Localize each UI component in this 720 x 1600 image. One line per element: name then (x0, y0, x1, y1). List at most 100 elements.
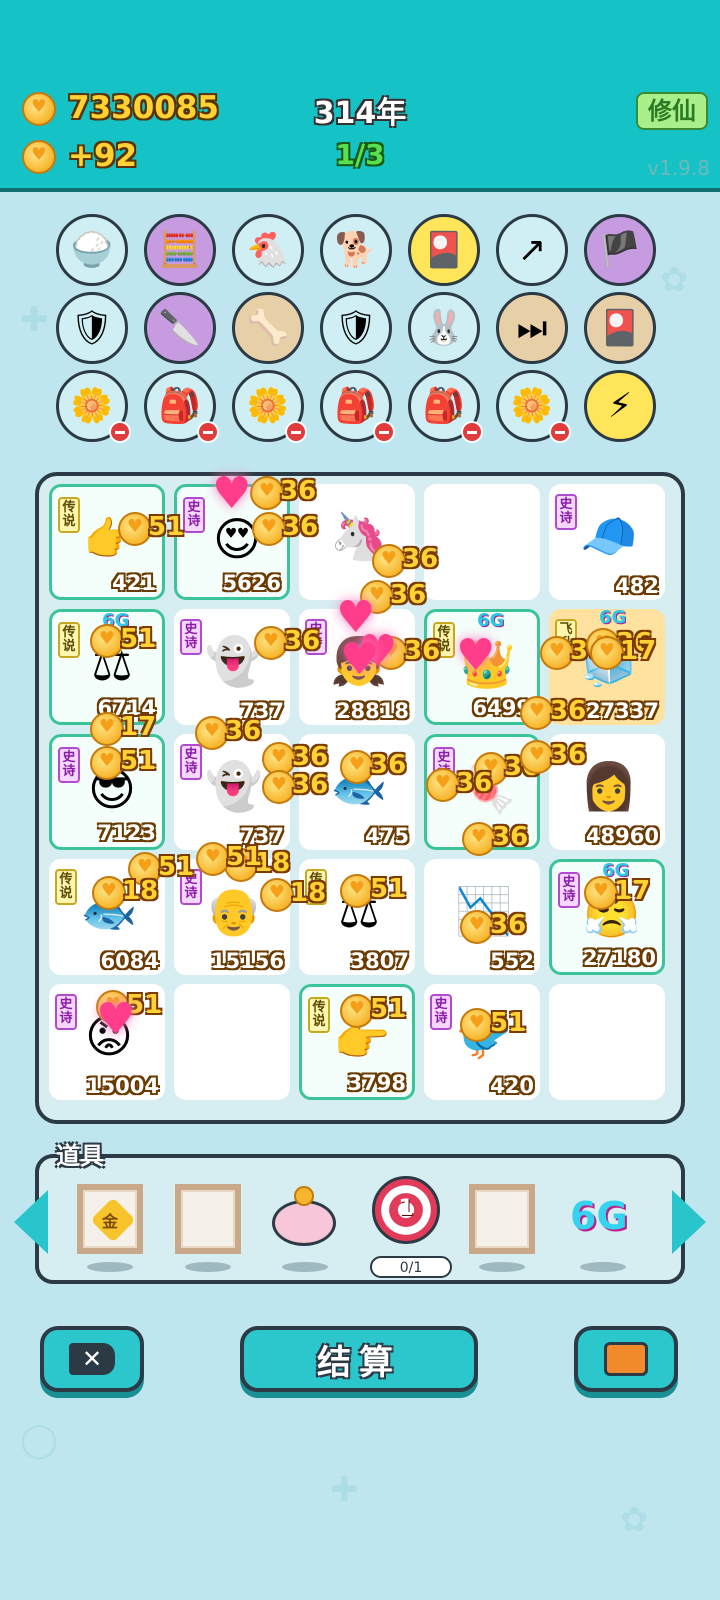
remove-relic-icon[interactable] (461, 421, 483, 443)
item-empty-frame[interactable] (175, 1184, 241, 1254)
reward-amount: 36 (280, 476, 317, 506)
card-pack-icon[interactable]: 🎴 (584, 292, 656, 364)
symbol-value: 28818 (335, 699, 409, 723)
remove-symbol-button[interactable]: ✕ (40, 1326, 144, 1392)
rice-bowl-icon[interactable]: 🍚 (56, 214, 128, 286)
settle-button[interactable]: 结算 (240, 1326, 478, 1392)
rarity-tag: 史诗 (180, 744, 202, 780)
rabbit-icon[interactable]: 🐰 (408, 292, 480, 364)
item-target[interactable]: 1 (372, 1176, 444, 1248)
shield-wrench-icon[interactable]: 🛡 (56, 292, 128, 364)
items-title: 道具 (56, 1142, 104, 1170)
arrow-card-icon[interactable]: ↗ (496, 214, 568, 286)
symbol-art-icon: 👻 (205, 759, 263, 813)
board-cell[interactable]: 史诗🐦420 (424, 984, 540, 1100)
relic-glyph: 🍚 (70, 230, 114, 270)
board-cell[interactable]: 传说 👉 421 (49, 484, 165, 600)
reward-amount: 36 (370, 750, 407, 780)
seed-bag-icon[interactable]: 🎒 (408, 370, 483, 443)
items-scroll-right-button[interactable] (672, 1190, 706, 1254)
board-cell[interactable]: 史诗 🧢 482 (549, 484, 665, 600)
eye-patch-icon[interactable]: 🏴 (584, 214, 656, 286)
inventory-button[interactable] (574, 1326, 678, 1392)
heart-effect-icon: ♥ (340, 634, 380, 685)
symbol-value: 6084 (100, 949, 159, 973)
flower-pot-icon[interactable]: 🌼 (56, 370, 131, 443)
cleaver-icon[interactable]: 🔪 (144, 292, 216, 364)
reward-coin-icon (254, 626, 288, 660)
relic-glyph: 🌼 (246, 386, 290, 426)
reward-coin-icon (196, 842, 230, 876)
reward-coin-icon (372, 544, 406, 578)
relic-glyph: 🌼 (70, 386, 114, 426)
reward-amount: 36 (282, 512, 319, 542)
reward-coin-icon (92, 876, 126, 910)
version-label: v1.9.8 (647, 156, 710, 180)
remove-relic-icon[interactable] (373, 421, 395, 443)
board-cell[interactable] (174, 984, 290, 1100)
item-piggy-bank[interactable] (270, 1184, 336, 1254)
reward-amount: 51 (226, 842, 263, 872)
pet-bowl-icon[interactable]: 🦴 (232, 292, 304, 364)
remove-relic-icon[interactable] (285, 421, 307, 443)
rarity-tag: 史诗 (430, 994, 452, 1030)
board-cell[interactable] (424, 484, 540, 600)
cool-dog-icon[interactable]: 🐕 (320, 214, 392, 286)
relic-glyph: 🎒 (158, 386, 202, 426)
seed-bag-icon[interactable]: 🎒 (144, 370, 219, 443)
coin-total: 7330085 (68, 90, 219, 126)
relic-glyph: 🎒 (334, 386, 378, 426)
item-gold-frame[interactable]: 金 (77, 1184, 143, 1254)
lightning-icon[interactable]: ⚡ (584, 370, 656, 442)
skip-icon[interactable]: ⏭ (496, 292, 568, 364)
reward-coin-icon (584, 876, 618, 910)
reward-amount: 36 (492, 822, 529, 852)
heart-effect-icon: ♥ (212, 468, 252, 519)
sixg-item-label: 6G (570, 1194, 628, 1238)
reward-coin-icon (195, 716, 229, 750)
items-scroll-left-button[interactable] (14, 1190, 48, 1254)
symbol-value: 7123 (97, 821, 156, 845)
rarity-tag: 史诗 (58, 747, 80, 783)
cultivation-mode-button[interactable]: 修仙 (636, 92, 708, 130)
heart-effect-icon: ♥ (456, 630, 496, 681)
reward-amount: 36 (225, 716, 262, 746)
reward-coin-icon (520, 696, 554, 730)
flower-pot-icon[interactable]: 🌼 (496, 370, 571, 443)
item-empty-frame[interactable] (469, 1184, 535, 1254)
remove-tag-icon: ✕ (69, 1343, 115, 1375)
relic-glyph: 🛡 (70, 308, 114, 348)
remove-relic-icon[interactable] (197, 421, 219, 443)
flower-pot-icon[interactable]: 🌼 (232, 370, 307, 443)
symbol-value: 420 (490, 1074, 534, 1098)
slot-shadow (282, 1262, 328, 1272)
reward-coin-icon (250, 476, 284, 510)
reward-coin-icon (590, 636, 624, 670)
symbol-value: 475 (365, 824, 409, 848)
shield-wrench-icon[interactable]: 🛡 (320, 292, 392, 364)
reward-amount: 17 (620, 636, 657, 666)
reward-amount: 51 (370, 874, 407, 904)
reward-amount: 36 (390, 580, 427, 610)
sixg-badge: 6G (477, 610, 505, 631)
rarity-tag: 传说 (58, 497, 80, 533)
relic-glyph: 🐰 (422, 308, 466, 348)
target-count-label: 1 (398, 1196, 414, 1221)
relic-glyph: 🎒 (422, 386, 466, 426)
remove-relic-icon[interactable] (109, 421, 131, 443)
seed-bag-icon[interactable]: 🎒 (320, 370, 395, 443)
reward-coin-icon (520, 740, 554, 774)
rarity-tag: 史诗 (558, 872, 580, 908)
card-pack-icon[interactable]: 🎴 (408, 214, 480, 286)
remove-relic-icon[interactable] (549, 421, 571, 443)
symbol-value: 27180 (582, 946, 656, 970)
symbol-art-icon: 👩 (580, 759, 638, 813)
board-cell[interactable] (549, 984, 665, 1100)
item-6g[interactable]: 6G (570, 1184, 636, 1254)
hen-egg-icon[interactable]: 🐔 (232, 214, 304, 286)
math-kid-icon[interactable]: 🧮 (144, 214, 216, 286)
symbol-art-icon: 👴 (205, 884, 263, 938)
background-pattern: ✿ (660, 260, 689, 300)
reward-amount: 36 (550, 740, 587, 770)
symbol-value: 421 (112, 571, 156, 595)
